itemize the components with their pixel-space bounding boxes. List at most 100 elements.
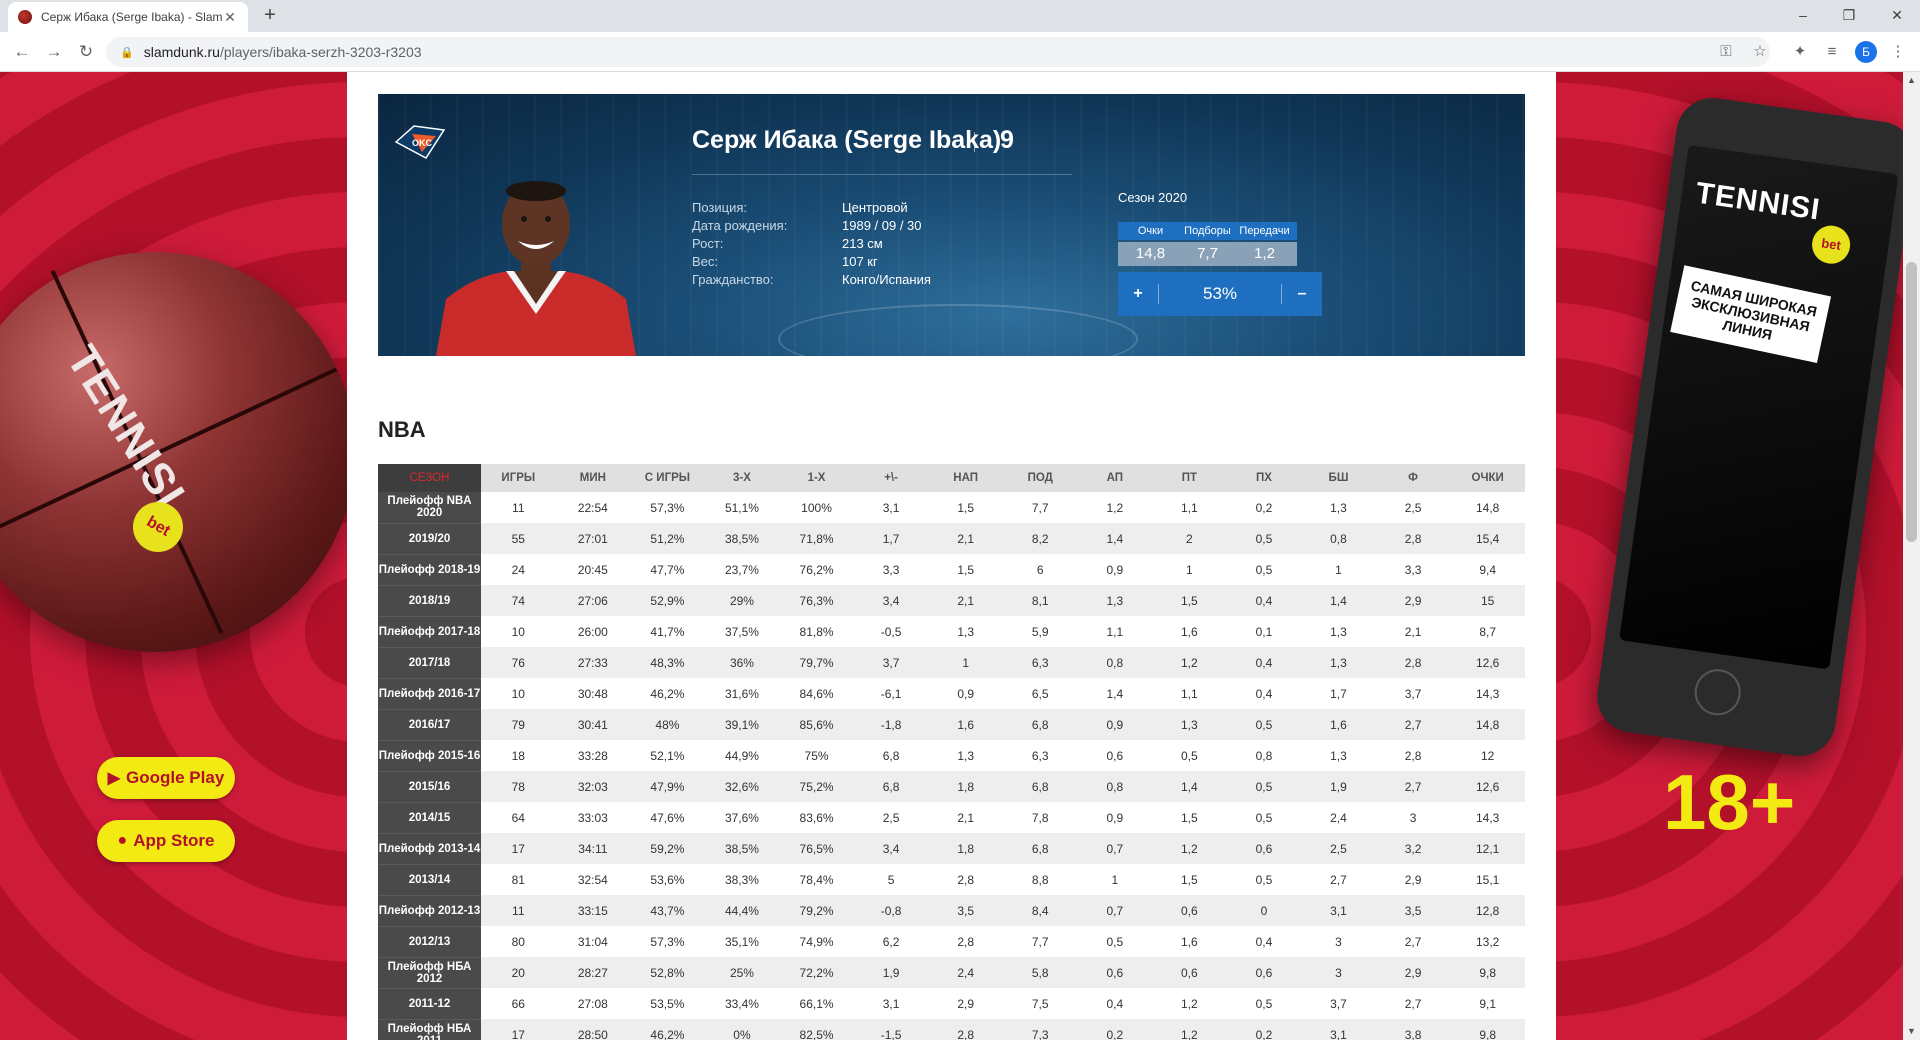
scroll-up-arrow-icon[interactable]: ▲: [1903, 72, 1920, 89]
table-cell: 5,9: [1031, 624, 1049, 639]
table-cell: 37,6%: [724, 810, 759, 825]
forward-arrow-icon[interactable]: →: [42, 40, 66, 64]
page-scrollbar[interactable]: ▲ ▼: [1903, 72, 1920, 1040]
table-cell: 3,4: [853, 833, 929, 864]
table-cell: 12,1: [1450, 833, 1525, 864]
table-cell: 2,1: [928, 523, 1003, 554]
profile-avatar[interactable]: Б: [1855, 41, 1877, 63]
table-cell: 47,7%: [650, 562, 685, 577]
basketball-image: TENNISI bet: [0, 252, 347, 652]
season-cell: Плейофф 2015-16: [378, 740, 481, 772]
info-value-weight: 107 кг: [842, 254, 878, 269]
table-cell: 78,4%: [799, 872, 834, 887]
menu-kebab-icon[interactable]: ⋮: [1886, 40, 1910, 64]
table-cell: 33:15: [555, 895, 631, 926]
table-cell: 78: [481, 771, 556, 802]
table-cell: 81: [511, 872, 525, 887]
table-cell: 74: [481, 585, 556, 616]
google-play-button[interactable]: ▶ Google Play: [97, 757, 235, 799]
browser-tab[interactable]: Серж Ибака (Serge Ibaka) - Slam ✕: [8, 2, 248, 32]
table-cell: 3: [1335, 934, 1342, 949]
table-cell: 2,9: [1375, 585, 1451, 616]
column-header[interactable]: ОЧКИ: [1450, 464, 1525, 492]
table-cell: 22:54: [577, 500, 608, 515]
column-header[interactable]: ПТ: [1152, 464, 1227, 492]
column-header[interactable]: МИН: [555, 464, 631, 492]
column-header[interactable]: С ИГРЫ: [630, 464, 705, 492]
table-cell: 7,5: [1031, 996, 1049, 1011]
phone-home-button: [1691, 666, 1744, 719]
new-tab-button[interactable]: +: [258, 4, 282, 28]
column-header[interactable]: ИГРЫ: [481, 464, 556, 492]
season-cell: Плейофф НБА 2011: [378, 1019, 481, 1040]
close-tab-icon[interactable]: ✕: [222, 9, 238, 26]
table-cell: 31,6%: [724, 686, 759, 701]
bookmark-star-icon[interactable]: ☆: [1748, 40, 1772, 64]
reading-list-icon[interactable]: ≡: [1820, 40, 1844, 64]
table-cell: 33,4%: [724, 996, 759, 1011]
table-cell: 0,9: [1106, 810, 1124, 825]
scroll-down-arrow-icon[interactable]: ▼: [1903, 1023, 1920, 1040]
google-play-label: Google Play: [126, 768, 225, 787]
table-cell: 27:33: [555, 647, 631, 678]
right-ad-banner[interactable]: TENNISI bet САМАЯ ШИРОКАЯ ЭКСКЛЮЗИВНАЯ Л…: [1556, 72, 1903, 1040]
table-cell: 1,2: [1106, 500, 1124, 515]
table-cell: 9,1: [1479, 996, 1496, 1011]
info-value-position: Центровой: [842, 200, 908, 215]
left-ad-banner[interactable]: TENNISI bet ▶ Google Play ● App Store: [0, 72, 347, 1040]
table-cell: 48,3%: [630, 647, 705, 678]
column-header[interactable]: ПОД: [1002, 464, 1078, 492]
address-bar[interactable]: 🔒 slamdunk.ru/players/ibaka-serzh-3203-r…: [106, 37, 1770, 67]
table-cell: 38,3%: [724, 872, 759, 887]
table-cell: 13,2: [1475, 934, 1500, 949]
column-header[interactable]: НАП: [928, 464, 1003, 492]
table-cell: 32:54: [577, 872, 608, 887]
table-cell: 0,7: [1077, 833, 1153, 864]
column-header[interactable]: +\-: [853, 464, 929, 492]
season-cell: Плейофф 2016-17: [378, 678, 481, 710]
column-header[interactable]: Ф: [1375, 464, 1451, 492]
table-row: 2016/17 79 30:41 48% 39,1% 85,6% -1,8 1,6 6,8 0,9…: [378, 709, 1525, 741]
team-logo-icon: OKC: [394, 125, 446, 159]
table-cell: 1,5: [1152, 585, 1227, 616]
table-cell: 1,1: [1106, 624, 1124, 639]
table-cell: 44,4%: [704, 895, 780, 926]
minimize-window-button[interactable]: –: [1780, 0, 1826, 30]
table-cell: 0,6: [1077, 957, 1153, 988]
table-cell: 76,5%: [779, 833, 854, 864]
table-cell: 1,8: [928, 771, 1003, 802]
app-store-button[interactable]: ● App Store: [97, 820, 235, 862]
column-header[interactable]: ПХ: [1226, 464, 1302, 492]
maximize-window-button[interactable]: ❐: [1826, 0, 1872, 30]
column-header[interactable]: АП: [1077, 464, 1153, 492]
stat-value: 1,2: [1232, 242, 1297, 266]
table-cell: 0,4: [1106, 996, 1124, 1011]
close-window-button[interactable]: ✕: [1874, 0, 1920, 30]
scrollbar-thumb[interactable]: [1906, 262, 1917, 542]
table-cell: 1,2: [1181, 996, 1198, 1011]
table-cell: 15,4: [1450, 523, 1525, 554]
table-cell: 29%: [704, 585, 780, 616]
name-divider: [974, 132, 975, 152]
table-cell: 66: [511, 996, 525, 1011]
table-cell: 1: [928, 647, 1003, 678]
table-cell: 2,5: [1301, 833, 1376, 864]
extensions-puzzle-icon[interactable]: ✦: [1788, 40, 1812, 64]
rate-minus-button[interactable]: –: [1282, 285, 1322, 303]
rate-plus-button[interactable]: +: [1118, 285, 1158, 303]
table-cell: 0,6: [1152, 957, 1227, 988]
season-cell: Плейофф 2013-14: [378, 833, 481, 865]
key-icon[interactable]: ⚿: [1714, 40, 1738, 64]
season-column-header[interactable]: СЕЗОН: [378, 464, 481, 492]
table-cell: 1,3: [1330, 500, 1347, 515]
table-cell: 3: [1301, 957, 1376, 988]
google-play-icon: ▶: [107, 770, 121, 787]
reload-icon[interactable]: ↻: [74, 40, 98, 64]
column-header[interactable]: 3-Х: [704, 464, 780, 492]
table-cell: 52,9%: [630, 585, 705, 616]
column-header[interactable]: 1-Х: [779, 464, 854, 492]
column-header[interactable]: БШ: [1301, 464, 1376, 492]
back-arrow-icon[interactable]: ←: [10, 40, 34, 64]
table-cell: 0: [1226, 895, 1302, 926]
table-cell: 75%: [804, 748, 829, 763]
